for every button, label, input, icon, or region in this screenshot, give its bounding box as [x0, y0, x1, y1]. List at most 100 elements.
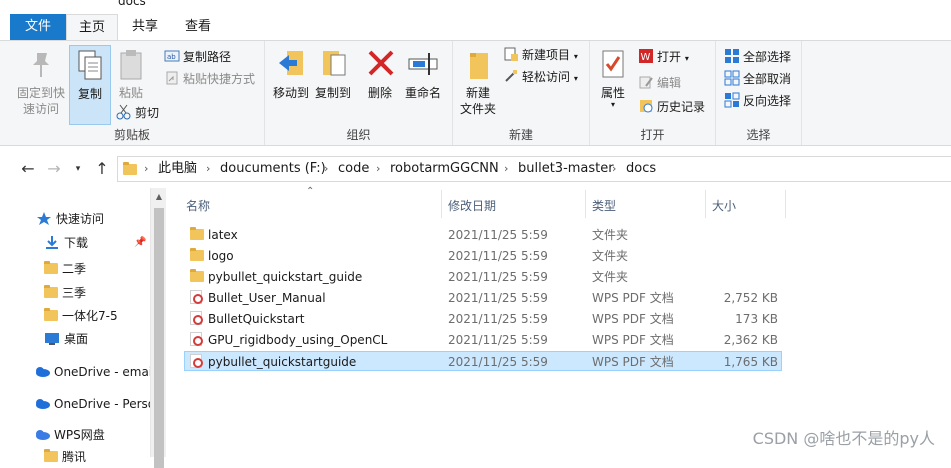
nav-label: 一体化7-5 — [62, 309, 118, 323]
chevron-right-icon[interactable]: › — [376, 157, 380, 181]
select-all-button[interactable]: 全部选择 — [724, 47, 791, 67]
copy-path-button[interactable]: ab复制路径 — [164, 47, 231, 67]
breadcrumb-robotarm[interactable]: robotarmGGCNN — [390, 157, 499, 181]
nav-label: WPS网盘 — [54, 428, 105, 442]
forward-arrow-icon[interactable]: → — [44, 159, 64, 179]
desktop-icon — [44, 331, 60, 345]
copy-to-button[interactable]: 复制到 — [313, 45, 353, 101]
open-label: 打开 — [657, 50, 681, 64]
pin-icon[interactable]: 📌 — [134, 233, 146, 253]
file-name: Bullet_User_Manual — [208, 288, 326, 308]
nav-label: OneDrive - Perso — [54, 397, 155, 411]
table-row[interactable]: Bullet_User_Manual 2021/11/25 5:59 WPS P… — [184, 288, 782, 308]
chevron-right-icon[interactable]: › — [144, 157, 148, 181]
chevron-right-icon[interactable]: › — [206, 157, 210, 181]
chevron-right-icon[interactable]: › — [324, 157, 328, 181]
column-header-size[interactable]: 大小 — [708, 196, 784, 216]
table-row[interactable]: latex 2021/11/25 5:59 文件夹 — [184, 225, 782, 245]
invert-selection-label: 反向选择 — [743, 94, 791, 108]
paste-icon — [115, 47, 147, 81]
scroll-up-icon[interactable]: ▲ — [151, 192, 167, 204]
navigation-scrollbar[interactable]: ▲ — [150, 188, 166, 457]
table-row[interactable]: GPU_rigidbody_using_OpenCL 2021/11/25 5:… — [184, 330, 782, 350]
invert-selection-icon — [724, 92, 740, 108]
rename-button[interactable]: 重命名 — [403, 45, 443, 101]
column-divider[interactable] — [785, 190, 786, 218]
history-button[interactable]: 历史记录 — [638, 97, 705, 117]
column-header-type[interactable]: 类型 — [588, 196, 704, 216]
recent-locations-chevron-icon[interactable]: ▾ — [68, 159, 88, 179]
chevron-right-icon[interactable]: › — [504, 157, 508, 181]
tab-home[interactable]: 主页 — [66, 14, 118, 41]
scrollbar-thumb[interactable] — [154, 208, 164, 468]
pdf-icon — [190, 352, 202, 372]
nav-label: 快速访问 — [56, 212, 104, 226]
column-divider[interactable] — [441, 190, 442, 218]
table-row-selected[interactable]: pybullet_quickstartguide 2021/11/25 5:59… — [184, 351, 782, 371]
properties-button[interactable]: 属性 ▾ — [596, 45, 630, 109]
nav-label: 下载 — [64, 236, 88, 250]
open-button[interactable]: W打开 ▾ — [638, 47, 689, 67]
invert-selection-button[interactable]: 反向选择 — [724, 91, 791, 111]
history-icon — [638, 98, 654, 114]
file-size: 173 KB — [718, 309, 778, 329]
back-arrow-icon[interactable]: ← — [18, 159, 38, 179]
table-row[interactable]: logo 2021/11/25 5:59 文件夹 — [184, 246, 782, 266]
paste-button[interactable]: 粘贴 — [114, 45, 148, 101]
select-all-label: 全部选择 — [743, 50, 791, 64]
organize-group: 移动到 复制到 删除 重命名 组织 — [265, 41, 453, 145]
edit-button[interactable]: 编辑 — [638, 73, 681, 93]
file-size: 2,752 KB — [718, 288, 778, 308]
column-divider[interactable] — [585, 190, 586, 218]
clipboard-group: 固定到快 速访问 复制 粘贴 ab复制路径 粘贴快捷方式 剪切 剪贴板 — [0, 41, 265, 145]
breadcrumb-drive[interactable]: doucuments (F:) — [220, 157, 326, 181]
up-arrow-icon[interactable]: ↑ — [92, 159, 112, 179]
new-item-button[interactable]: 新建项目 ▾ — [503, 45, 578, 65]
move-to-button[interactable]: 移动到 — [271, 45, 311, 101]
chevron-down-icon: ▾ — [574, 52, 578, 61]
folder-icon — [44, 287, 58, 298]
table-row[interactable]: BulletQuickstart 2021/11/25 5:59 WPS PDF… — [184, 309, 782, 329]
file-type: WPS PDF 文档 — [592, 352, 674, 372]
delete-button[interactable]: 删除 — [365, 45, 395, 101]
open-group-label: 打开 — [590, 126, 715, 143]
file-type: WPS PDF 文档 — [592, 330, 674, 350]
select-none-label: 全部取消 — [743, 72, 791, 86]
nav-downloads[interactable]: 下载 📌 — [44, 233, 150, 253]
copy-button[interactable]: 复制 — [69, 45, 111, 125]
breadcrumb-this-pc[interactable]: 此电脑 — [158, 157, 197, 181]
select-all-icon — [724, 48, 740, 64]
breadcrumb-bullet3[interactable]: bullet3-master — [518, 157, 614, 181]
file-date: 2021/11/25 5:59 — [448, 309, 548, 329]
cloud-icon — [34, 427, 50, 441]
folder-icon — [123, 164, 137, 175]
select-group-label: 选择 — [716, 126, 801, 143]
table-row[interactable]: pybullet_quickstart_guide 2021/11/25 5:5… — [184, 267, 782, 287]
delete-label: 删除 — [365, 85, 395, 101]
window-title: docs — [118, 0, 146, 8]
new-folder-button[interactable]: 新建 文件夹 — [457, 45, 499, 117]
paste-label: 粘贴 — [114, 85, 148, 101]
tab-file[interactable]: 文件 — [10, 14, 66, 40]
column-header-date[interactable]: 修改日期 — [444, 196, 584, 216]
paste-shortcut-button[interactable]: 粘贴快捷方式 — [164, 69, 255, 89]
svg-text:ab: ab — [167, 53, 176, 61]
star-icon — [36, 211, 52, 225]
new-group: 新建 文件夹 新建项目 ▾ 轻松访问 ▾ 新建 — [453, 41, 590, 145]
breadcrumb-docs[interactable]: docs — [626, 157, 656, 181]
ribbon: 固定到快 速访问 复制 粘贴 ab复制路径 粘贴快捷方式 剪切 剪贴板 — [0, 40, 951, 146]
column-divider[interactable] — [705, 190, 706, 218]
move-to-icon — [275, 47, 307, 81]
easy-access-button[interactable]: 轻松访问 ▾ — [503, 67, 578, 87]
file-date: 2021/11/25 5:59 — [448, 267, 548, 287]
select-none-button[interactable]: 全部取消 — [724, 69, 791, 89]
breadcrumb-code[interactable]: code — [338, 157, 369, 181]
chevron-right-icon[interactable]: › — [612, 157, 616, 181]
column-header-name[interactable]: 名称 — [182, 196, 438, 216]
nav-label: OneDrive - emai — [54, 365, 152, 379]
tab-share[interactable]: 共享 — [122, 14, 168, 40]
address-bar[interactable]: › 此电脑 › doucuments (F:) › code › robotar… — [117, 156, 951, 182]
tab-view[interactable]: 查看 — [174, 14, 222, 40]
pin-quick-access-button[interactable]: 固定到快 速访问 — [14, 45, 68, 117]
cut-button[interactable]: 剪切 — [116, 103, 159, 123]
